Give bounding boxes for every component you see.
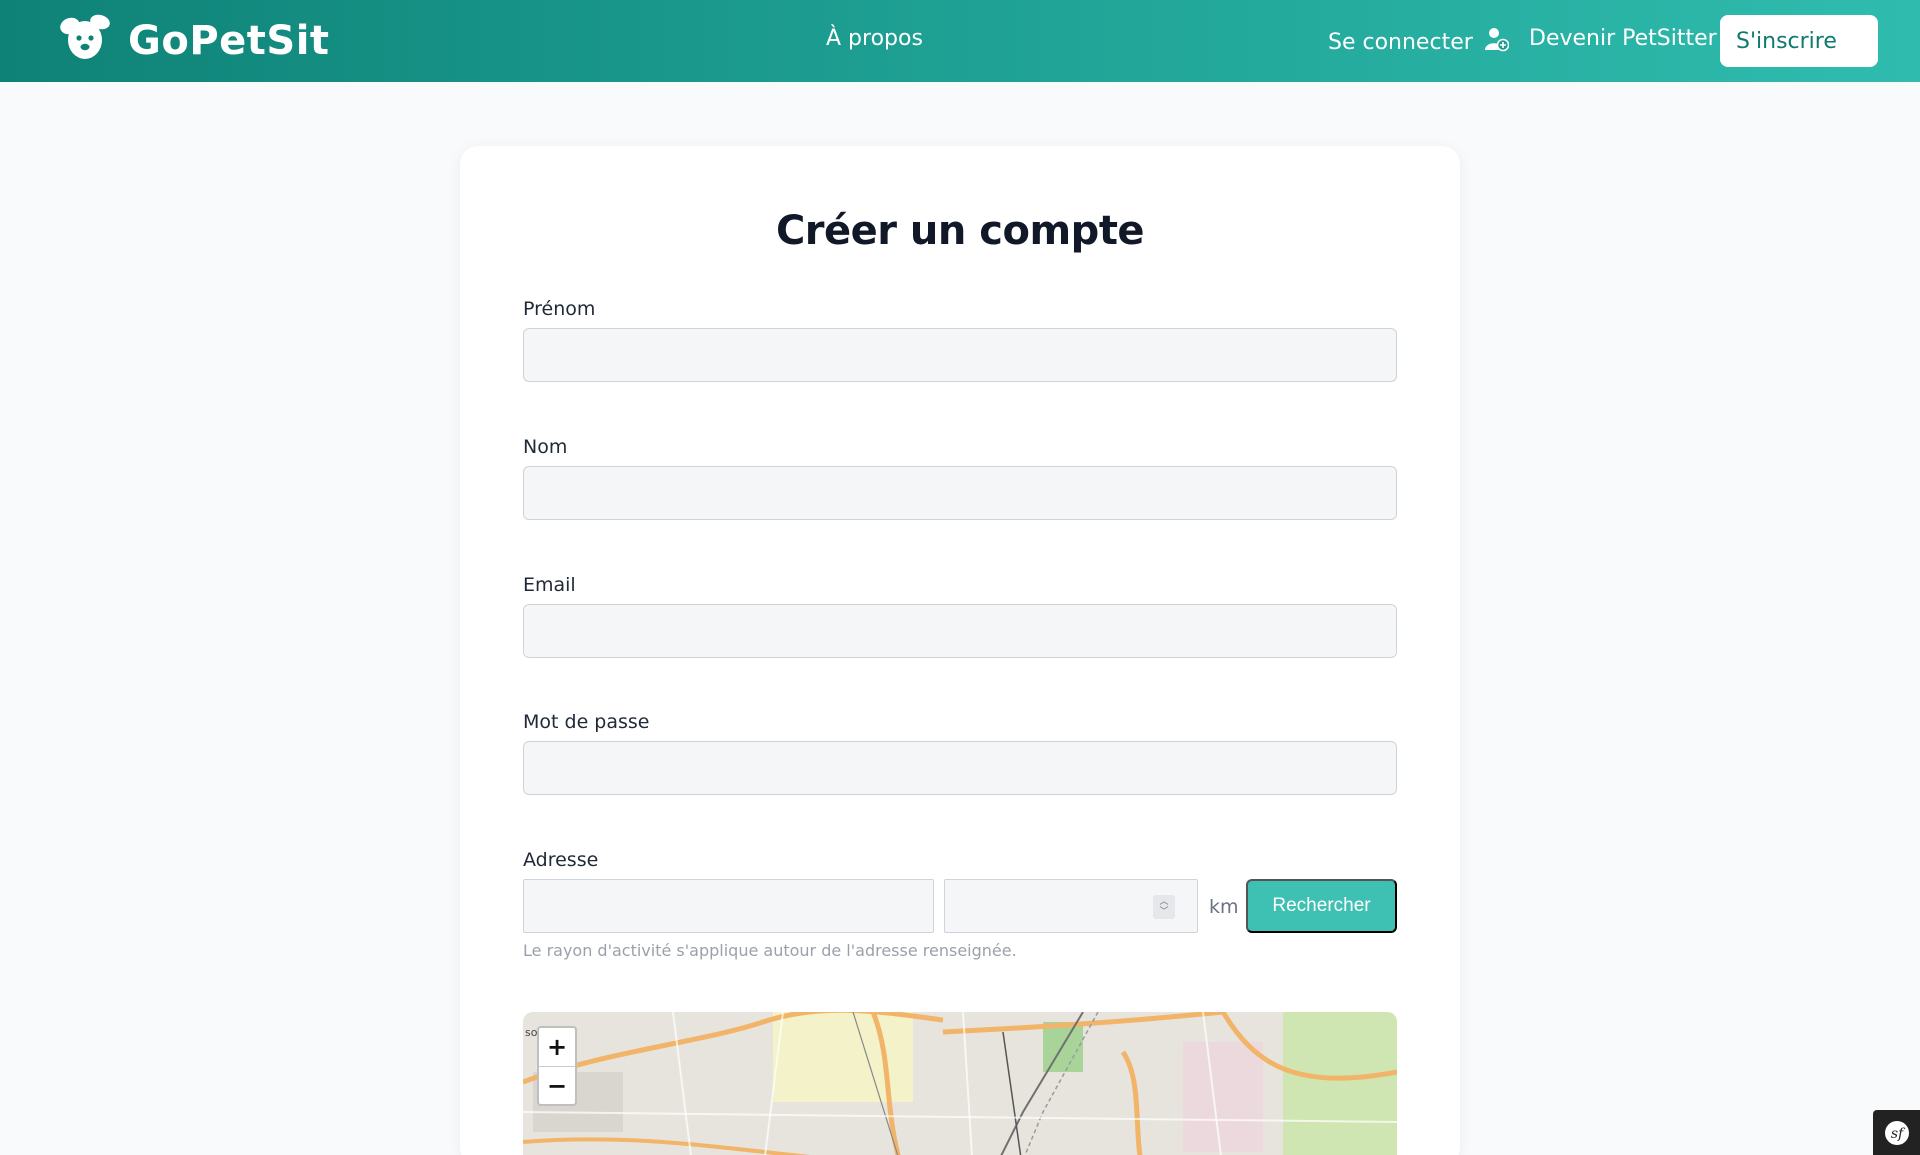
password-label: Mot de passe (523, 711, 650, 733)
chevron-up-icon[interactable]: ︿ (1159, 897, 1168, 907)
search-address-button[interactable]: Rechercher (1246, 879, 1397, 933)
radius-unit: km (1209, 896, 1239, 918)
map-zoom-control: + − (537, 1026, 577, 1106)
symfony-icon[interactable]: sf (1873, 1110, 1920, 1155)
page-title: Créer un compte (775, 208, 1145, 254)
lastname-field[interactable] (523, 466, 1397, 520)
radius-help-text: Le rayon d'activité s'applique autour de… (523, 941, 1017, 960)
nav-login-label: Se connecter (1328, 29, 1473, 55)
nav-link-about[interactable]: À propos (826, 26, 923, 51)
email-label: Email (523, 574, 576, 596)
zoom-in-button[interactable]: + (539, 1028, 575, 1066)
firstname-label: Prénom (523, 298, 596, 320)
address-label: Adresse (523, 849, 599, 871)
map-edge-label: so (525, 1026, 538, 1039)
top-navbar: GoPetSit À propos Se connecter Devenir P… (0, 0, 1920, 82)
radius-field[interactable]: ︿ ﹀ (944, 879, 1198, 933)
nav-link-become-petsitter[interactable]: Devenir PetSitter (1529, 26, 1717, 51)
chevron-down-icon[interactable]: ﹀ (1159, 907, 1168, 917)
brand-name: GoPetSit (128, 18, 330, 64)
signup-button[interactable]: S'inscrire (1720, 15, 1878, 67)
nav-link-login[interactable]: Se connecter (1328, 26, 1510, 58)
address-map[interactable]: so + − (523, 1012, 1397, 1155)
dog-face-icon (50, 12, 120, 70)
lastname-label: Nom (523, 436, 568, 458)
register-card: Créer un compte Prénom Nom Email Mot de … (460, 146, 1460, 1155)
address-field[interactable] (523, 879, 934, 933)
user-add-icon (1483, 26, 1510, 58)
map-tiles (523, 1012, 1397, 1155)
password-field[interactable] (523, 741, 1397, 795)
brand-logo[interactable]: GoPetSit (50, 14, 330, 68)
firstname-field[interactable] (523, 328, 1397, 382)
radius-stepper[interactable]: ︿ ﹀ (1153, 895, 1175, 919)
zoom-out-button[interactable]: − (539, 1066, 575, 1104)
email-field[interactable] (523, 604, 1397, 658)
